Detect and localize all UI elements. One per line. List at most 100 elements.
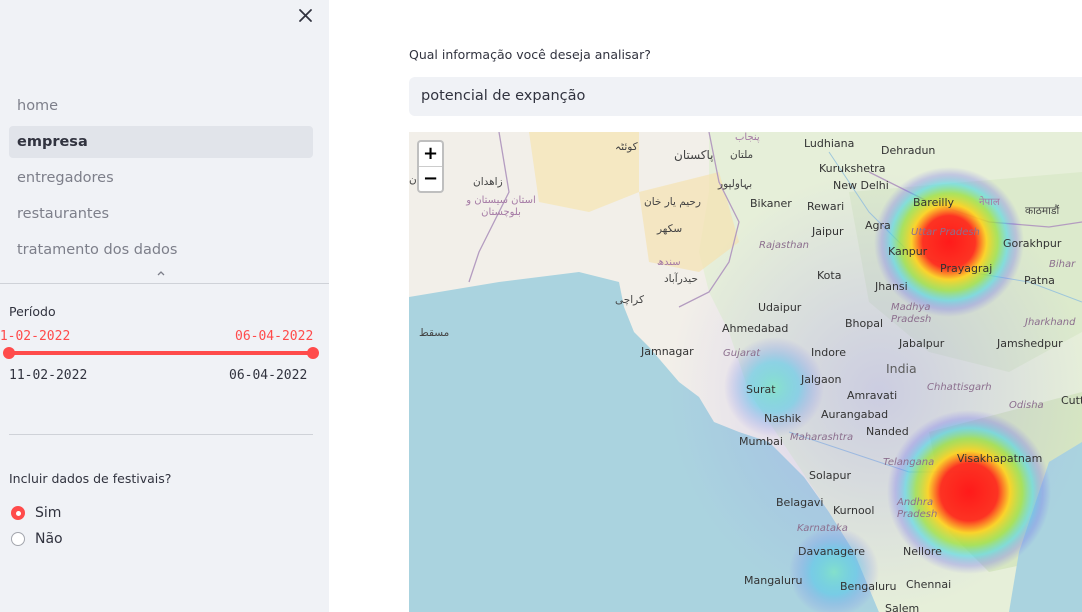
region-odisha: Odisha [1009,400,1044,411]
place-nanded: Nanded [866,425,909,438]
place-bikaner: Bikaner [750,197,792,210]
slider-end-handle[interactable] [307,347,319,359]
sidebar-divider [9,434,313,435]
nav-item-home[interactable]: home [9,90,313,122]
radio-sim-label: Sim [35,505,62,521]
place-mumbai: Mumbai [739,435,783,448]
place-zahedan: زاهدان [473,176,503,188]
place-bahawalpur: بہاولپور [718,178,753,190]
place-udaipur: Udaipur [758,301,802,314]
place-nepal: नेपाल [979,197,1000,208]
place-jamshedpur: Jamshedpur [997,337,1063,350]
place-rewari: Rewari [807,200,845,213]
place-muscat: مسقط [419,327,450,339]
chevron-up-icon[interactable] [155,268,167,278]
region-chhattisgarh: Chhattisgarh [927,382,992,393]
nav-item-restaurantes[interactable]: restaurantes [9,198,313,230]
heatmap-map[interactable]: Ludhiana Dehradun Kurukshetra New Delhi … [409,132,1082,612]
radio-sim[interactable]: Sim [11,503,61,523]
place-jabalpur: Jabalpur [899,337,945,350]
place-salem: Salem [885,602,920,612]
place-karachi: کراچی [615,294,644,306]
place-surat: Surat [746,383,776,396]
place-cutt: Cutt [1061,394,1082,407]
place-davanagere: Davanagere [798,545,865,558]
place-nellore: Nellore [903,545,942,558]
country-pakistan: پاکستان [674,148,714,162]
place-hyderabad: حیدرآباد [664,273,698,285]
slider-max-label: 06-04-2022 [229,368,308,383]
zoom-in-button[interactable]: + [419,142,442,167]
place-bhopal: Bhopal [845,317,884,330]
region-karnataka: Karnataka [797,523,848,534]
region-bihar: Bihar [1049,259,1076,270]
slider-start-value: 11-02-2022 [0,329,71,344]
place-kota: Kota [817,269,842,282]
periodo-label: Período [9,304,56,319]
close-sidebar-button[interactable] [296,6,316,26]
sidebar-nav: home empresa entregadores restaurantes t… [9,90,313,270]
region-uttar-pradesh: Uttar Pradesh [911,227,980,238]
festivais-label: Incluir dados de festivais? [9,471,172,486]
place-quetta: کوئٹہ [615,141,638,153]
place-agra: Agra [865,219,891,232]
zoom-out-button[interactable]: − [419,167,442,191]
place-gorakhpur: Gorakhpur [1003,237,1062,250]
place-jhansi: Jhansi [875,280,908,293]
radio-checked-icon [11,506,25,520]
slider-min-label: 11-02-2022 [9,368,88,383]
country-india: India [886,361,917,376]
place-patna: Patna [1024,274,1055,287]
region-punjab: پنجاب [735,132,760,143]
place-nashik: Nashik [764,412,802,425]
place-jamnagar: Jamnagar [641,345,694,358]
radio-unchecked-icon [11,532,25,546]
region-gujarat: Gujarat [723,348,761,359]
place-prayagraj: Prayagraj [940,262,993,275]
region-jharkhand: Jharkhand [1025,317,1076,328]
place-bengaluru: Bengaluru [840,580,897,593]
map-zoom-control: + − [417,140,444,193]
slider-end-value: 06-04-2022 [235,329,314,344]
place-chennai: Chennai [906,578,952,591]
radio-nao-label: Não [35,531,63,547]
analysis-question-label: Qual informação você deseja analisar? [409,47,651,62]
place-visakhapatnam: Visakhapatnam [957,452,1043,465]
region-rajasthan: Rajasthan [759,240,809,251]
place-new-delhi: New Delhi [833,179,889,192]
place-ludhiana: Ludhiana [804,137,855,150]
radio-nao[interactable]: Não [11,529,63,549]
region-madhya-pradesh: Madhya Pradesh [891,302,932,325]
place-indore: Indore [811,346,846,359]
date-range-slider-track[interactable] [9,351,313,355]
nav-item-entregadores[interactable]: entregadores [9,162,313,194]
region-maharashtra: Maharashtra [790,432,854,443]
nav-divider [0,283,329,284]
place-multan: ملتان [730,149,754,161]
place-bareilly: Bareilly [913,196,955,209]
analysis-select-value: potencial de expanção [421,88,586,104]
region-sistan-baluchestan: استان سیستان و بلوچستان [466,195,536,218]
nav-item-tratamento-dos-dados[interactable]: tratamento dos dados [9,234,313,266]
sidebar: home empresa entregadores restaurantes t… [0,0,329,612]
place-belagavi: Belagavi [776,496,824,509]
close-icon [299,9,312,22]
place-kanpur: Kanpur [888,245,928,258]
region-sindh: سندھ [657,257,681,268]
slider-start-handle[interactable] [3,347,15,359]
nav-item-empresa[interactable]: empresa [9,126,313,158]
place-kurukshetra: Kurukshetra [819,162,886,175]
place-kurnool: Kurnool [833,504,875,517]
place-jalgaon: Jalgaon [801,373,842,386]
place-kathmandu: काठमाडौं [1025,205,1060,217]
place-rahim-yar-khan: رحیم یار خان [644,196,701,208]
place-aurangabad: Aurangabad [821,408,889,421]
place-mangaluru: Mangaluru [744,574,803,587]
region-andhra-pradesh: Andhra Pradesh [897,497,938,520]
place-jaipur: Jaipur [812,225,844,238]
place-ahmedabad: Ahmedabad [722,322,789,335]
analysis-select[interactable]: potencial de expanção [409,77,1082,116]
region-telangana: Telangana [883,457,935,468]
place-solapur: Solapur [809,469,851,482]
place-amravati: Amravati [847,389,898,402]
